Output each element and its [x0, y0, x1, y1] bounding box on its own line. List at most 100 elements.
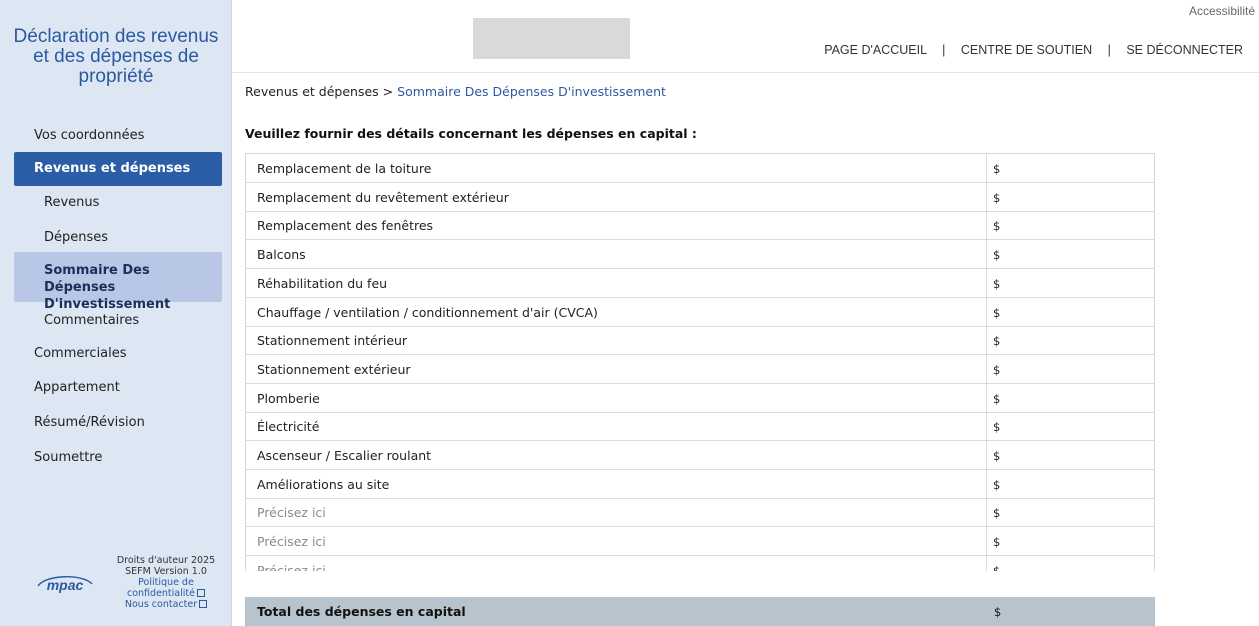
amount-input[interactable] — [1006, 559, 1146, 571]
total-currency-symbol: $ — [994, 605, 1002, 619]
version-text: SEFM Version 1.0 — [125, 566, 207, 577]
expense-label: Plomberie — [257, 390, 320, 406]
expense-row: Précisez ici $ — [246, 498, 1154, 528]
amount-input[interactable] — [1006, 301, 1146, 323]
breadcrumb-parent: Revenus et dépenses — [245, 84, 379, 99]
sidebar-item-appartement[interactable]: Appartement — [34, 380, 120, 395]
expense-label: Remplacement de la toiture — [257, 161, 432, 176]
privacy-policy-link[interactable]: Politique de confidentialité — [110, 577, 222, 599]
external-link-icon — [196, 589, 205, 597]
expense-label: Améliorations au site — [257, 476, 390, 492]
currency-symbol: $ — [993, 305, 1001, 320]
expense-label: Stationnement intérieur — [257, 333, 408, 349]
amount-input[interactable] — [1006, 186, 1146, 208]
sidebar-item-commerciales[interactable]: Commerciales — [34, 346, 127, 361]
home-page-link[interactable]: PAGE D'ACCUEIL — [824, 43, 926, 57]
currency-symbol: $ — [993, 563, 1001, 571]
expense-label: Stationnement extérieur — [257, 361, 411, 377]
nav-separator: | — [1107, 43, 1111, 57]
accessibility-link[interactable]: Accessibilité — [1189, 4, 1255, 18]
copyright-text: Droits d'auteur 2025 — [116, 555, 216, 566]
contact-link[interactable]: Nous contacter — [110, 599, 222, 610]
amount-input[interactable] — [1006, 244, 1146, 266]
privacy-link-line-2: confidentialité — [127, 588, 195, 599]
expense-row: Remplacement de la toiture $ — [246, 154, 1154, 183]
logout-link[interactable]: SE DÉCONNECTER — [1126, 43, 1243, 57]
amount-input[interactable] — [1006, 502, 1146, 524]
header-logo-placeholder — [473, 18, 630, 59]
column-divider — [986, 154, 987, 183]
column-divider — [986, 555, 987, 571]
currency-symbol: $ — [993, 162, 1001, 176]
sidebar-item-depenses[interactable]: Dépenses — [44, 230, 108, 245]
expense-row: Ascenseur / Escalier roulant $ — [246, 441, 1154, 470]
expense-label: Réhabilitation du feu — [257, 275, 388, 291]
expense-row: Stationnement extérieur $ — [246, 354, 1154, 384]
nav-separator: | — [942, 43, 946, 57]
sidebar-item-commentaires[interactable]: Commentaires — [44, 313, 139, 328]
amount-input[interactable] — [1006, 330, 1146, 352]
expense-row: Précisez ici $ — [246, 527, 1154, 557]
header-divider — [232, 72, 1259, 73]
expense-row: Stationnement intérieur $ — [246, 326, 1154, 356]
expense-row: Réhabilitation du feu $ — [246, 268, 1154, 298]
amount-input[interactable] — [1006, 158, 1146, 179]
app-title-line-3: propriété — [78, 66, 154, 87]
amount-input[interactable] — [1006, 416, 1146, 438]
column-divider — [986, 383, 987, 413]
total-row: Total des dépenses en capital $ — [245, 597, 1155, 626]
sidebar-item-revenus[interactable]: Revenus — [44, 195, 99, 210]
column-divider — [986, 297, 987, 327]
expense-row: Électricité $ — [246, 412, 1154, 442]
currency-symbol: $ — [993, 276, 1001, 291]
breadcrumb-current[interactable]: Sommaire Des Dépenses D'investissement — [397, 84, 666, 99]
column-divider — [986, 240, 987, 270]
expense-label: Balcons — [257, 247, 306, 263]
column-divider — [986, 182, 987, 212]
custom-expense-input[interactable]: Précisez ici — [257, 534, 326, 549]
currency-symbol: $ — [993, 362, 1001, 377]
expense-label: Remplacement des fenêtres — [257, 218, 434, 234]
expense-row: Améliorations au site $ — [246, 469, 1154, 499]
column-divider — [986, 326, 987, 356]
sidebar: Déclaration des revenus et des dépenses … — [0, 0, 232, 626]
sidebar-item-sommaire-depenses-investissement[interactable]: Sommaire Des Dépenses D'investissement — [14, 252, 222, 312]
amount-input[interactable] — [1006, 473, 1146, 495]
currency-symbol: $ — [993, 535, 1001, 550]
custom-expense-input[interactable]: Précisez ici — [257, 505, 326, 520]
currency-symbol: $ — [993, 248, 1001, 263]
sidebar-item-revenus-et-depenses[interactable]: Revenus et dépenses — [14, 152, 222, 186]
expense-row: Précisez ici $ — [246, 555, 1154, 571]
expense-row: Plomberie $ — [246, 383, 1154, 413]
external-link-icon — [199, 600, 208, 608]
sidebar-item-soumettre[interactable]: Soumettre — [34, 450, 102, 465]
sidebar-item-vos-coordonnees[interactable]: Vos coordonnées — [34, 128, 144, 143]
amount-input[interactable] — [1006, 531, 1146, 553]
currency-symbol: $ — [993, 506, 1001, 521]
amount-input[interactable] — [1006, 215, 1146, 237]
amount-input[interactable] — [1006, 387, 1146, 409]
expense-label: Chauffage / ventilation / conditionnemen… — [257, 304, 598, 320]
currency-symbol: $ — [993, 190, 1001, 205]
currency-symbol: $ — [993, 391, 1001, 406]
amount-input[interactable] — [1006, 445, 1146, 466]
expense-label: Remplacement du revêtement extérieur — [257, 189, 509, 205]
sidebar-item-resume-revision[interactable]: Résumé/Révision — [34, 415, 145, 430]
column-divider — [986, 441, 987, 470]
mpac-logo: mpac — [37, 576, 93, 593]
amount-input[interactable] — [1006, 358, 1146, 380]
currency-symbol: $ — [993, 334, 1001, 349]
footer-info: Droits d'auteur 2025 SEFM Version 1.0 Po… — [110, 555, 222, 610]
custom-expense-input[interactable]: Précisez ici — [257, 563, 326, 571]
expense-row: Balcons $ — [246, 240, 1154, 270]
currency-symbol: $ — [993, 219, 1001, 234]
currency-symbol: $ — [993, 420, 1001, 435]
column-divider — [986, 268, 987, 298]
column-divider — [986, 498, 987, 528]
amount-input[interactable] — [1006, 272, 1146, 294]
support-center-link[interactable]: CENTRE DE SOUTIEN — [961, 43, 1092, 57]
expense-label: Électricité — [257, 419, 320, 435]
column-divider — [986, 211, 987, 241]
top-nav: PAGE D'ACCUEIL | CENTRE DE SOUTIEN | SE … — [824, 43, 1243, 57]
section-prompt: Veuillez fournir des détails concernant … — [245, 126, 697, 141]
